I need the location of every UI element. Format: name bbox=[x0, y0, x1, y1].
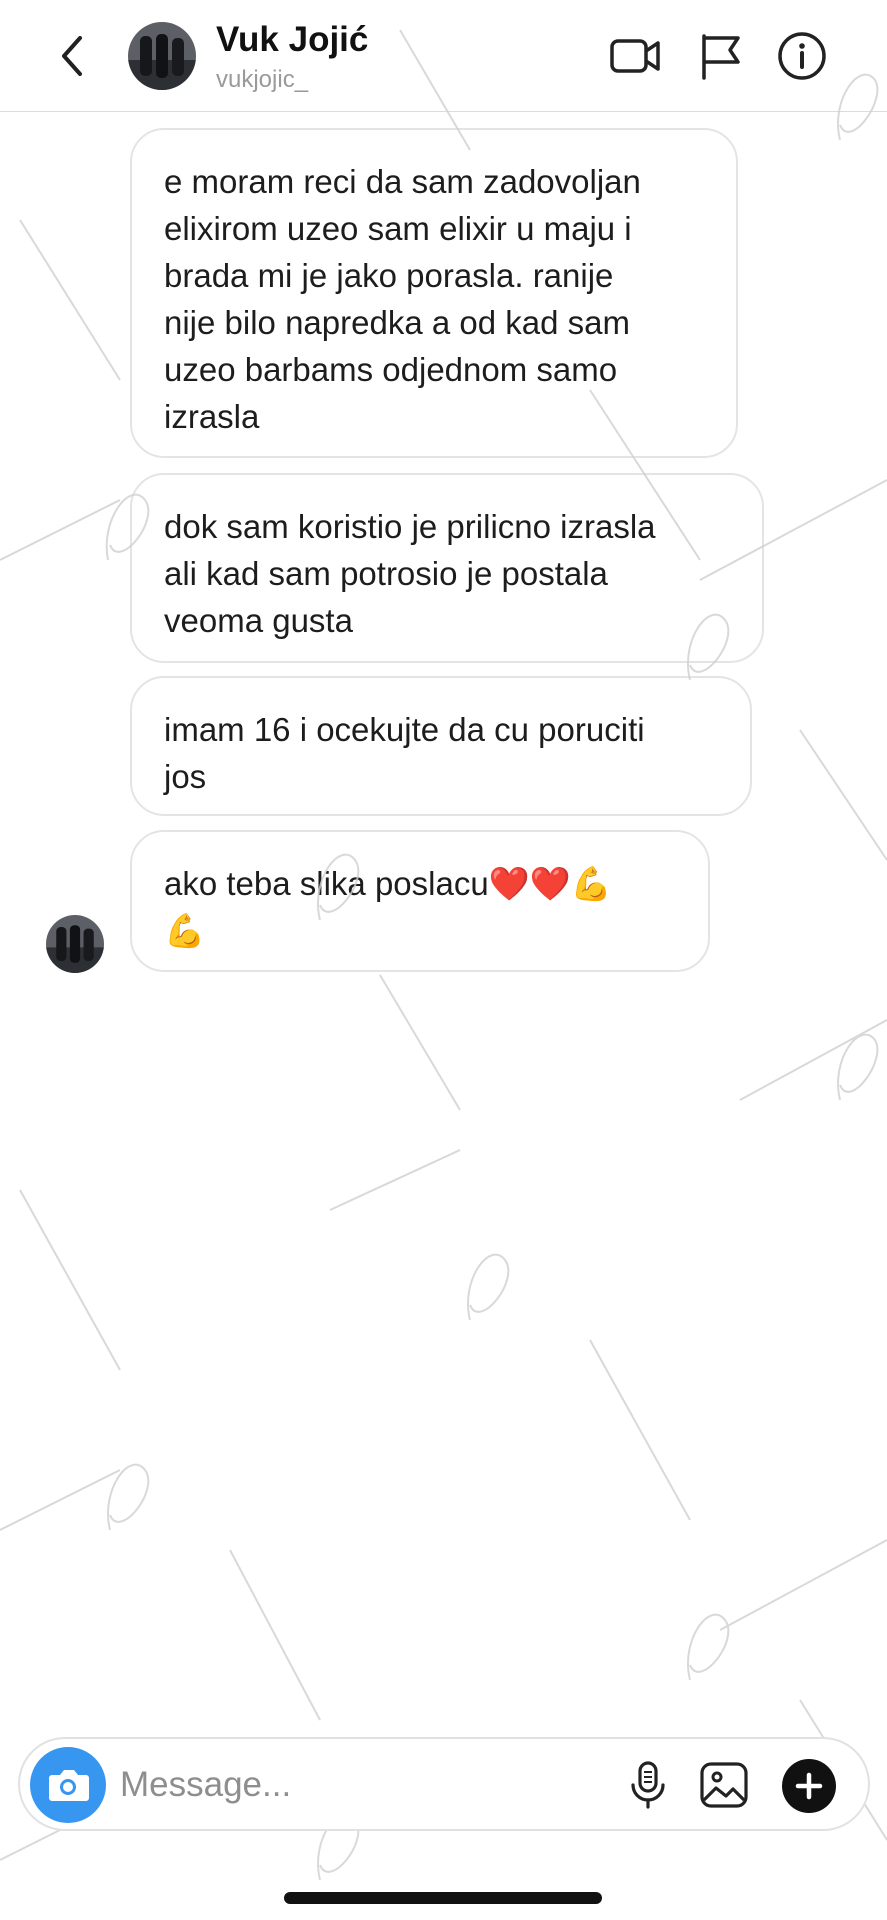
message-composer bbox=[18, 1737, 870, 1831]
chat-header: Vuk Jojić vukjojic_ bbox=[0, 0, 887, 112]
home-indicator[interactable] bbox=[284, 1892, 602, 1904]
message-bubble[interactable]: imam 16 i ocekujte da cu poruciti jos bbox=[130, 676, 752, 816]
message-bubble[interactable]: ako teba slika poslacu❤️❤️💪 💪 bbox=[130, 830, 710, 972]
microphone-icon[interactable] bbox=[620, 1757, 676, 1813]
message-bubble[interactable]: dok sam koristio je prilicno izrasla ali… bbox=[130, 473, 764, 663]
contact-username: vukjojic_ bbox=[216, 66, 309, 93]
flag-icon[interactable] bbox=[694, 30, 750, 82]
message-input[interactable] bbox=[120, 1757, 600, 1813]
message-bubble[interactable]: e moram reci da sam zadovoljan elixirom … bbox=[130, 128, 738, 458]
sender-avatar[interactable] bbox=[46, 915, 104, 973]
back-chevron-icon[interactable] bbox=[50, 28, 94, 84]
avatar[interactable] bbox=[128, 22, 196, 90]
plus-icon bbox=[795, 1772, 823, 1800]
gallery-icon[interactable] bbox=[696, 1757, 752, 1813]
contact-name[interactable]: Vuk Jojić bbox=[216, 20, 368, 60]
video-camera-icon[interactable] bbox=[608, 30, 664, 82]
add-button[interactable] bbox=[782, 1759, 836, 1813]
camera-button[interactable] bbox=[30, 1747, 106, 1823]
camera-icon bbox=[49, 1770, 89, 1801]
info-icon[interactable] bbox=[774, 30, 830, 82]
